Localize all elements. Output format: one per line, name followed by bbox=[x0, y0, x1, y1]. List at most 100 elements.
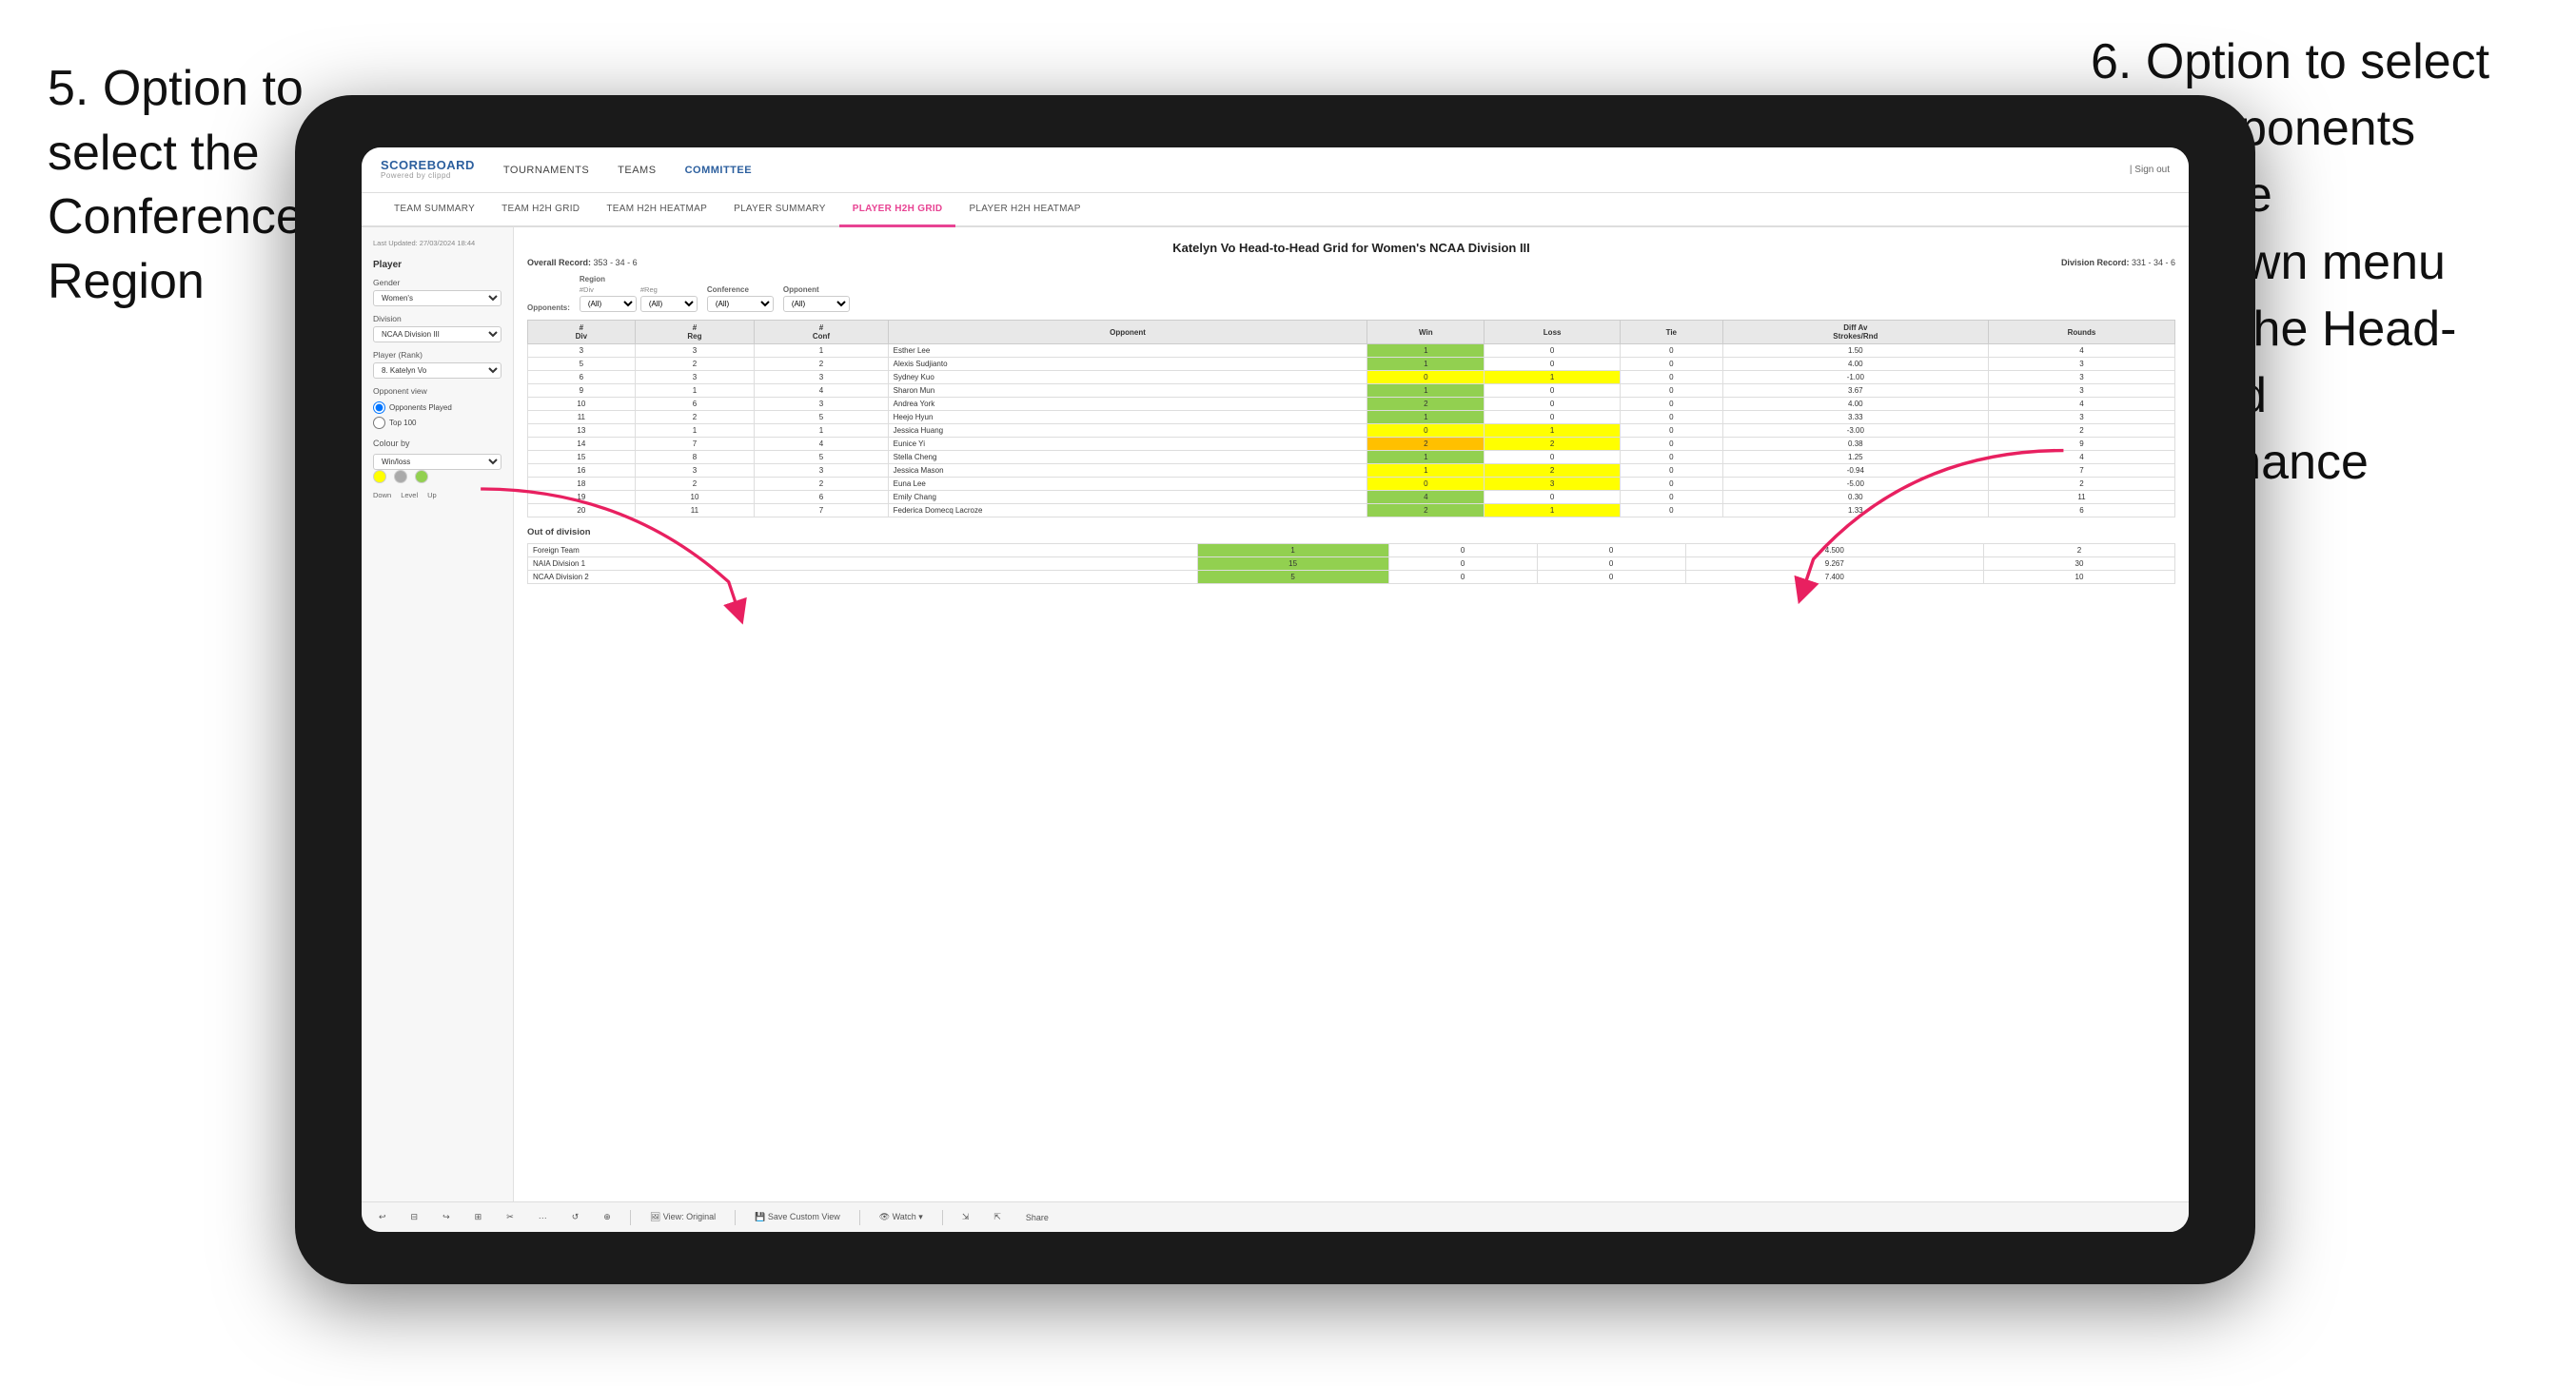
div-sublabel: #Div bbox=[580, 285, 637, 294]
conference-label: Conference bbox=[707, 285, 774, 294]
toolbar-sep4 bbox=[942, 1210, 943, 1225]
toolbar-grid[interactable]: ⊞ bbox=[469, 1210, 488, 1224]
subnav-player-summary[interactable]: PLAYER SUMMARY bbox=[720, 193, 839, 227]
nav-committee[interactable]: COMMITTEE bbox=[685, 161, 753, 180]
ood-table-row: NCAA Division 2 5 0 0 7.400 10 bbox=[528, 571, 2175, 584]
opponent-radio-played[interactable]: Opponents Played bbox=[373, 401, 501, 414]
division-select[interactable]: NCAA Division III bbox=[373, 326, 501, 342]
opponent-view-group: Opponents Played Top 100 bbox=[373, 401, 501, 429]
colour-by-label: Colour by bbox=[373, 439, 501, 448]
toolbar-refresh[interactable]: ⊟ bbox=[405, 1210, 424, 1224]
th-reg: #Reg bbox=[635, 321, 755, 344]
circle-green bbox=[415, 470, 428, 483]
toolbar-sep3 bbox=[859, 1210, 860, 1225]
colour-circles bbox=[373, 470, 501, 483]
circle-gray bbox=[394, 470, 407, 483]
colour-by-select[interactable]: Win/loss bbox=[373, 454, 501, 470]
th-div: #Div bbox=[528, 321, 636, 344]
app-content: SCOREBOARD Powered by clippd TOURNAMENTS… bbox=[362, 147, 2189, 1232]
th-win: Win bbox=[1367, 321, 1485, 344]
toolbar-watch[interactable]: 👁 Watch ▾ bbox=[874, 1210, 929, 1224]
nav-tournaments[interactable]: TOURNAMENTS bbox=[503, 161, 589, 180]
opponent-filter-select[interactable]: (All) bbox=[783, 296, 850, 312]
circle-yellow bbox=[373, 470, 386, 483]
out-of-division-table: Foreign Team 1 0 0 4.500 2 NAIA Division… bbox=[527, 543, 2175, 584]
bottom-toolbar: ↩ ⊟ ↪ ⊞ ✂ ··· ↺ ⊕ 🖼 View: Original 💾 Sav… bbox=[362, 1201, 2189, 1232]
table-row: 11 2 5 Heejo Hyun 1 0 0 3.33 3 bbox=[528, 411, 2175, 424]
table-row: 13 1 1 Jessica Huang 0 1 0 -3.00 2 bbox=[528, 424, 2175, 438]
sub-nav: TEAM SUMMARY TEAM H2H GRID TEAM H2H HEAT… bbox=[362, 193, 2189, 227]
table-row: 18 2 2 Euna Lee 0 3 0 -5.00 2 bbox=[528, 478, 2175, 491]
toolbar-cut[interactable]: ✂ bbox=[501, 1210, 520, 1224]
filters-row: Opponents: Region #Div (All) bbox=[527, 275, 2175, 312]
th-diff: Diff AvStrokes/Rnd bbox=[1722, 321, 1988, 344]
opponent-label: Opponent bbox=[783, 285, 850, 294]
content-area: Katelyn Vo Head-to-Head Grid for Women's… bbox=[514, 227, 2189, 1201]
player-rank-label: Player (Rank) bbox=[373, 350, 501, 360]
content-title: Katelyn Vo Head-to-Head Grid for Women's… bbox=[527, 241, 2175, 255]
tablet-screen: SCOREBOARD Powered by clippd TOURNAMENTS… bbox=[362, 147, 2189, 1232]
region-filter-group: Region #Div (All) #Reg bbox=[580, 275, 698, 312]
table-row: 14 7 4 Eunice Yi 2 2 0 0.38 9 bbox=[528, 438, 2175, 451]
division-label: Division bbox=[373, 314, 501, 323]
table-row: 19 10 6 Emily Chang 4 0 0 0.30 11 bbox=[528, 491, 2175, 504]
toolbar-sep1 bbox=[630, 1210, 631, 1225]
opponent-radio-top100[interactable]: Top 100 bbox=[373, 417, 501, 429]
overall-record: Overall Record: 353 - 34 - 6 bbox=[527, 258, 638, 267]
table-row: 3 3 1 Esther Lee 1 0 0 1.50 4 bbox=[528, 344, 2175, 358]
nav-teams[interactable]: TEAMS bbox=[618, 161, 656, 180]
table-row: 5 2 2 Alexis Sudjianto 1 0 0 4.00 3 bbox=[528, 358, 2175, 371]
toolbar-loop[interactable]: ↺ bbox=[566, 1210, 585, 1224]
subnav-team-summary[interactable]: TEAM SUMMARY bbox=[381, 193, 488, 227]
conference-filter-select[interactable]: (All) bbox=[707, 296, 774, 312]
subnav-player-h2h-grid[interactable]: PLAYER H2H GRID bbox=[839, 193, 956, 227]
table-row: 6 3 3 Sydney Kuo 0 1 0 -1.00 3 bbox=[528, 371, 2175, 384]
table-row: 16 3 3 Jessica Mason 1 2 0 -0.94 7 bbox=[528, 464, 2175, 478]
logo: SCOREBOARD Powered by clippd bbox=[381, 159, 475, 181]
top-nav: SCOREBOARD Powered by clippd TOURNAMENTS… bbox=[362, 147, 2189, 193]
toolbar-dot[interactable]: ··· bbox=[533, 1211, 553, 1224]
opponents-filter: Opponents: bbox=[527, 303, 570, 312]
table-row: 10 6 3 Andrea York 2 0 0 4.00 4 bbox=[528, 398, 2175, 411]
subnav-team-h2h-grid[interactable]: TEAM H2H GRID bbox=[488, 193, 593, 227]
sidebar: Last Updated: 27/03/2024 18:44 Player Ge… bbox=[362, 227, 514, 1201]
toolbar-view-original[interactable]: 🖼 View: Original bbox=[644, 1210, 721, 1224]
subnav-team-h2h-heatmap[interactable]: TEAM H2H HEATMAP bbox=[593, 193, 720, 227]
th-loss: Loss bbox=[1485, 321, 1621, 344]
conference-filter-group: Conference (All) bbox=[707, 285, 774, 312]
tablet: SCOREBOARD Powered by clippd TOURNAMENTS… bbox=[295, 95, 2255, 1284]
content-header: Katelyn Vo Head-to-Head Grid for Women's… bbox=[527, 241, 2175, 267]
ood-table-row: Foreign Team 1 0 0 4.500 2 bbox=[528, 544, 2175, 557]
toolbar-upload[interactable]: ⇱ bbox=[988, 1210, 1007, 1224]
main-table: #Div #Reg #Conf Opponent Win Loss Tie Di… bbox=[527, 320, 2175, 517]
div-filter-select[interactable]: (All) bbox=[580, 296, 637, 312]
player-section-title: Player bbox=[373, 260, 501, 270]
out-of-division-label: Out of division bbox=[527, 527, 2175, 537]
opponent-view-label: Opponent view bbox=[373, 386, 501, 396]
th-tie: Tie bbox=[1620, 321, 1722, 344]
last-updated: Last Updated: 27/03/2024 18:44 bbox=[373, 239, 501, 248]
gender-label: Gender bbox=[373, 278, 501, 287]
table-row: 20 11 7 Federica Domecq Lacroze 2 1 0 1.… bbox=[528, 504, 2175, 517]
th-opponent: Opponent bbox=[888, 321, 1367, 344]
toolbar-sep2 bbox=[735, 1210, 736, 1225]
division-record: Division Record: 331 - 34 - 6 bbox=[2061, 258, 2175, 267]
gender-select[interactable]: Women's bbox=[373, 290, 501, 306]
opponent-filter-group: Opponent (All) bbox=[783, 285, 850, 312]
subnav-player-h2h-heatmap[interactable]: PLAYER H2H HEATMAP bbox=[955, 193, 1093, 227]
toolbar-plus[interactable]: ⊕ bbox=[598, 1210, 617, 1224]
table-row: 9 1 4 Sharon Mun 1 0 0 3.67 3 bbox=[528, 384, 2175, 398]
th-conf: #Conf bbox=[755, 321, 888, 344]
sign-out[interactable]: | Sign out bbox=[2130, 165, 2170, 175]
toolbar-redo[interactable]: ↪ bbox=[437, 1210, 456, 1224]
toolbar-save-custom[interactable]: 💾 Save Custom View bbox=[749, 1210, 846, 1224]
toolbar-undo[interactable]: ↩ bbox=[373, 1210, 392, 1224]
legend-row: Down Level Up bbox=[373, 491, 501, 499]
table-row: 15 8 5 Stella Cheng 1 0 0 1.25 4 bbox=[528, 451, 2175, 464]
nav-links: TOURNAMENTS TEAMS COMMITTEE bbox=[503, 161, 2101, 180]
main-area: Last Updated: 27/03/2024 18:44 Player Ge… bbox=[362, 227, 2189, 1201]
toolbar-share[interactable]: Share bbox=[1020, 1211, 1054, 1224]
player-rank-select[interactable]: 8. Katelyn Vo bbox=[373, 362, 501, 379]
toolbar-download[interactable]: ⇲ bbox=[956, 1210, 975, 1224]
reg-filter-select[interactable]: (All) bbox=[640, 296, 698, 312]
